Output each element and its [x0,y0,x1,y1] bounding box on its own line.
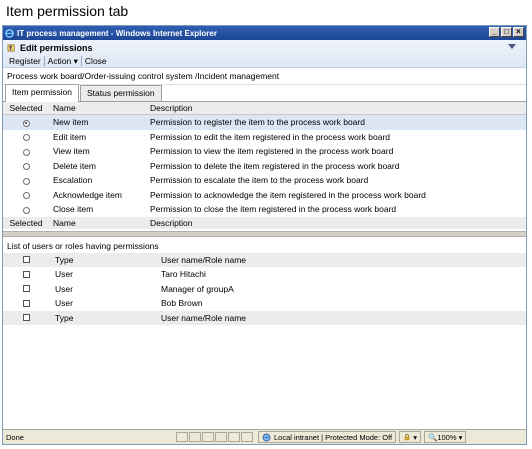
table-row[interactable]: Acknowledge item Permission to acknowledg… [3,188,526,203]
action-menu[interactable]: Action ▾ [45,56,81,67]
table-header: Selected Name Description [3,102,526,115]
user-name: Taro Hitachi [161,269,206,280]
users-header-name: User name/Role name [161,254,247,265]
header-selected: Selected [9,103,43,113]
maximize-button[interactable]: □ [501,27,512,37]
permission-radio[interactable] [22,192,30,199]
lock-icon [404,434,410,441]
footer-name: Name [53,217,76,228]
table-row[interactable]: Delete item Permission to delete the item… [3,159,526,174]
permission-radio[interactable] [22,134,30,141]
zoom-level: 100% [437,432,457,442]
status-pane [215,432,227,442]
tab-status-permission[interactable]: Status permission [80,85,162,101]
breadcrumb: Process work board/Order-issuing control… [3,68,526,85]
header-description: Description [150,103,193,113]
permission-description: Permission to delete the item registered… [150,160,400,171]
zone-text: Local intranet | Protected Mode: Off [274,432,393,442]
users-header-type: Type [55,254,74,265]
protected-mode-button[interactable]: ▾ [399,431,421,443]
zoom-button[interactable]: 🔍 100% ▾ [423,431,467,443]
permission-radio[interactable] [22,163,30,170]
users-footer-type: Type [55,312,74,323]
title-bar: IT process management - Windows Internet… [3,26,526,40]
tab-bar: Item permission Status permission [3,84,526,102]
table-row[interactable]: Escalation Permission to escalate the ite… [3,173,526,188]
status-pane [228,432,240,442]
status-bar: Done Local intranet | Protected Mode: Of… [3,429,526,444]
menu-bar: Register Action ▾ Close [3,55,526,67]
status-pane [176,432,188,442]
permission-radio[interactable] [22,177,30,185]
permission-name: View item [53,146,90,157]
register-menu[interactable]: Register [6,56,44,66]
permission-radio[interactable] [22,206,30,214]
window-title: IT process management - Windows Internet… [17,28,217,38]
permission-name: Escalation [53,175,93,186]
select-all-checkbox-footer[interactable] [22,314,30,322]
footer-description: Description [150,217,193,228]
status-pane [241,432,253,442]
permission-description: Permission to view the item registered i… [150,146,394,157]
figure-caption: Item permission tab [6,3,129,19]
table-row[interactable]: New item Permission to register the item … [3,115,526,130]
permission-radio[interactable] [22,148,30,156]
permission-description: Permission to edit the item registered i… [150,131,391,142]
tab-item-permission[interactable]: Item permission [5,84,79,102]
users-footer-name: User name/Role name [161,312,247,323]
edit-permissions-icon [7,44,15,52]
user-checkbox[interactable] [22,270,30,278]
ie-logo-icon [5,28,14,38]
status-pane [189,432,201,442]
user-type: User [55,298,73,309]
footer-selected: Selected [9,217,43,228]
chevron-down-icon: ▾ [411,432,417,442]
table-row[interactable]: Close item Permission to close the item r… [3,202,526,217]
permission-description: Permission to acknowledge the item regis… [150,189,426,200]
header-name: Name [53,103,76,113]
permission-name: Close item [53,204,94,215]
chevron-down-icon[interactable] [508,44,516,50]
user-name: Bob Brown [161,298,203,309]
security-zone[interactable]: Local intranet | Protected Mode: Off [258,431,397,443]
permissions-table: Selected Name Description New item Permis… [3,102,526,229]
list-item[interactable]: User Taro Hitachi [3,267,526,282]
table-row[interactable]: Edit item Permission to edit the item reg… [3,130,526,145]
close-window-button[interactable]: × [513,27,524,37]
user-type: User [55,269,73,280]
zoom-icon: 🔍 [427,432,438,442]
dialog-title: Edit permissions [20,42,93,53]
user-name: Manager of groupA [161,283,234,294]
user-checkbox[interactable] [22,299,30,307]
permission-radio[interactable] [22,119,30,127]
permission-description: Permission to escalate the item to the p… [150,175,369,186]
users-title: List of users or roles having permission… [7,240,159,251]
table-footer: Selected Name Description [3,216,526,229]
users-footer: Type User name/Role name [3,310,526,325]
table-row[interactable]: View item Permission to view the item reg… [3,144,526,159]
status-text: Done [6,432,24,442]
status-pane [202,432,214,442]
permission-name: Edit item [53,131,87,142]
user-type: User [55,283,73,294]
browser-window: IT process management - Windows Internet… [2,25,527,445]
list-item[interactable]: User Bob Brown [3,296,526,311]
permission-name: Acknowledge item [53,189,122,200]
minimize-button[interactable]: _ [489,27,500,37]
permission-description: Permission to close the item registered … [150,204,397,215]
dialog-header: Edit permissions Register Action ▾ Close [3,40,526,68]
user-checkbox[interactable] [22,285,30,293]
list-item[interactable]: User Manager of groupA [3,282,526,297]
permission-description: Permission to register the item to the p… [150,117,365,128]
chevron-down-icon: ▾ [456,432,463,442]
permission-name: New item [53,117,89,128]
users-section: List of users or roles having permission… [3,237,526,325]
select-all-checkbox[interactable] [22,256,30,264]
intranet-globe-icon [262,433,271,441]
permission-name: Delete item [53,160,96,171]
users-header: Type User name/Role name [3,252,526,267]
close-menu[interactable]: Close [82,56,110,66]
